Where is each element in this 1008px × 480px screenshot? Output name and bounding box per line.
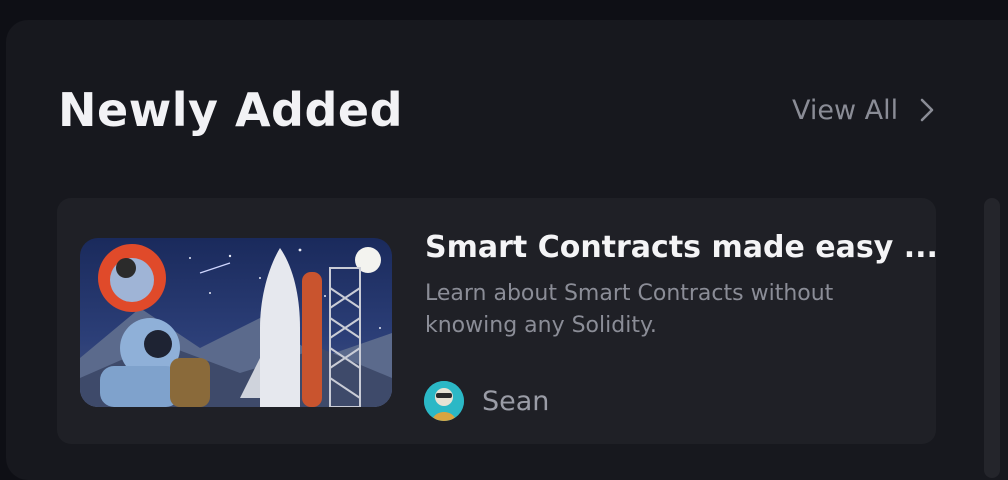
chevron-right-icon — [920, 98, 934, 122]
course-card[interactable]: Smart Contracts made easy ... Learn abou… — [57, 198, 938, 444]
view-all-link[interactable]: View All — [792, 92, 934, 128]
scrollbar[interactable] — [984, 198, 1000, 478]
course-description: Learn about Smart Contracts without know… — [425, 281, 834, 338]
author[interactable]: Sean — [424, 381, 549, 421]
view-all-label: View All — [792, 94, 899, 126]
section-title: Newly Added — [58, 83, 404, 137]
course-title[interactable]: Smart Contracts made easy ... — [425, 228, 938, 268]
avatar — [424, 381, 464, 421]
author-name: Sean — [482, 385, 550, 417]
course-thumbnail[interactable] — [80, 238, 392, 407]
